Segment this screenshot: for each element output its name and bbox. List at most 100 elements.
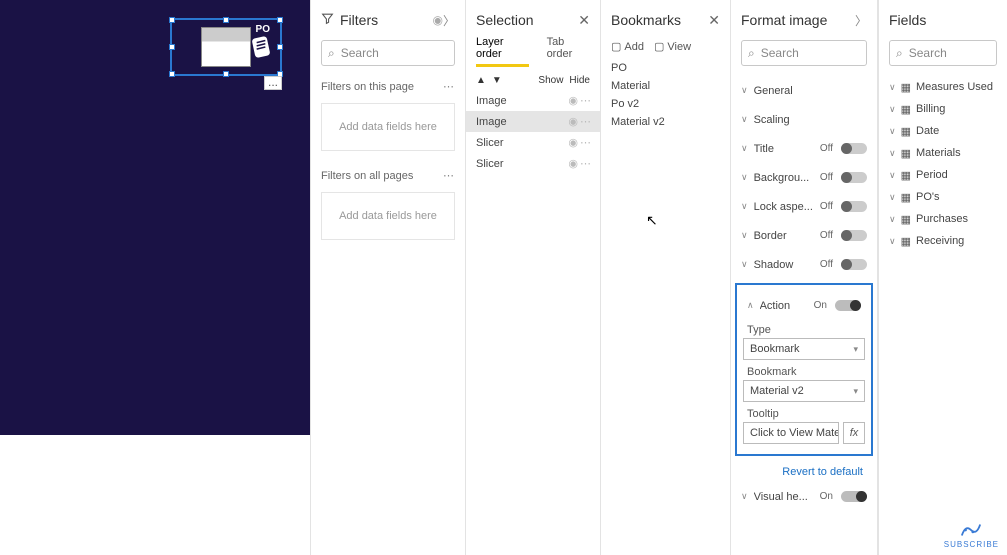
action-type-dropdown[interactable]: Bookmark▾ xyxy=(743,338,865,360)
chevron-down-icon: ∨ xyxy=(889,82,896,93)
move-up-icon[interactable]: ▲ xyxy=(476,75,486,86)
fields-table[interactable]: ∨▦Receiving xyxy=(879,230,1007,252)
chevron-down-icon: ∨ xyxy=(889,214,896,225)
chevron-down-icon: ∨ xyxy=(741,201,748,212)
toggle-visual-header[interactable] xyxy=(841,491,867,502)
hide-button[interactable]: Hide xyxy=(569,75,590,86)
chevron-down-icon: ∨ xyxy=(741,143,748,154)
all-pages-filters-dropzone[interactable]: Add data fields here xyxy=(321,192,455,240)
layer-item[interactable]: Image◉⋯ xyxy=(466,111,600,132)
filters-pane: Filters ◉ 〉 ⌕ Search Filters on this pag… xyxy=(310,0,465,555)
tab-tab-order[interactable]: Tab order xyxy=(547,36,590,67)
fields-table[interactable]: ∨▦PO's xyxy=(879,186,1007,208)
bookmark-view-icon: ▢ xyxy=(654,40,664,53)
format-row-shadow[interactable]: ∨ShadowOff xyxy=(731,250,877,279)
fields-title: Fields xyxy=(889,12,997,28)
more-icon[interactable]: ⋯ xyxy=(580,115,592,128)
format-row-general[interactable]: ∨General xyxy=(731,76,877,105)
action-tooltip-label: Tooltip xyxy=(747,408,865,420)
toggle-background[interactable] xyxy=(841,172,867,183)
fields-table[interactable]: ∨▦Materials xyxy=(879,142,1007,164)
table-icon: ▦ xyxy=(901,235,911,248)
toggle-shadow[interactable] xyxy=(841,259,867,270)
bookmark-item[interactable]: Po v2 xyxy=(611,95,720,113)
image-placeholder xyxy=(201,27,251,67)
chevron-down-icon: ∨ xyxy=(741,114,748,125)
table-icon: ▦ xyxy=(901,213,911,226)
visual-options-button[interactable]: ... xyxy=(264,76,282,90)
collapse-format-icon[interactable]: 〉 xyxy=(855,12,867,29)
toggle-border[interactable] xyxy=(841,230,867,241)
layer-item[interactable]: Slicer◉⋯ xyxy=(466,153,600,174)
close-icon[interactable]: ✕ xyxy=(578,12,590,29)
revert-to-default-link[interactable]: Revert to default xyxy=(731,460,877,482)
selected-visual-image[interactable]: PO ... xyxy=(170,18,282,76)
eye-icon[interactable]: ◉ xyxy=(568,136,578,149)
document-icon xyxy=(248,34,274,60)
table-icon: ▦ xyxy=(901,125,911,138)
fields-table[interactable]: ∨▦Measures Used xyxy=(879,76,1007,98)
format-row-lock-aspect[interactable]: ∨Lock aspe...Off xyxy=(731,192,877,221)
view-bookmark-button[interactable]: ▢ View xyxy=(654,40,691,53)
chevron-down-icon: ∨ xyxy=(889,170,896,181)
more-options-icon[interactable]: ⋯ xyxy=(443,80,455,93)
visibility-icon[interactable]: ◉ xyxy=(433,13,443,27)
chevron-down-icon: ∨ xyxy=(741,491,748,502)
subscribe-badge[interactable]: SUBSCRIBE xyxy=(944,522,999,549)
format-row-background[interactable]: ∨Backgrou...Off xyxy=(731,163,877,192)
toggle-lock-aspect[interactable] xyxy=(841,201,867,212)
filters-title: Filters xyxy=(340,12,429,28)
filters-search-input[interactable]: ⌕ Search xyxy=(321,40,455,66)
chevron-down-icon: ∨ xyxy=(741,172,748,183)
toggle-title[interactable] xyxy=(841,143,867,154)
fx-button[interactable]: fx xyxy=(843,422,865,444)
table-icon: ▦ xyxy=(901,81,911,94)
action-bookmark-dropdown[interactable]: Material v2▾ xyxy=(743,380,865,402)
show-button[interactable]: Show xyxy=(538,75,563,86)
close-icon[interactable]: ✕ xyxy=(708,12,720,29)
filter-icon xyxy=(321,12,334,28)
chevron-down-icon: ∨ xyxy=(889,104,896,115)
layer-list: Image◉⋯ Image◉⋯ Slicer◉⋯ Slicer◉⋯ xyxy=(466,90,600,174)
tab-layer-order[interactable]: Layer order xyxy=(476,36,529,67)
action-tooltip-input[interactable]: Click to View Mate... xyxy=(743,422,839,444)
fields-search-input[interactable]: ⌕ Search xyxy=(889,40,997,66)
report-canvas[interactable]: PO ... xyxy=(0,0,310,555)
layer-item[interactable]: Slicer◉⋯ xyxy=(466,132,600,153)
add-bookmark-button[interactable]: ▢ Add xyxy=(611,40,644,53)
action-type-label: Type xyxy=(747,324,865,336)
eye-icon[interactable]: ◉ xyxy=(568,115,578,128)
more-icon[interactable]: ⋯ xyxy=(580,136,592,149)
action-section-highlight: ∧ActionOn Type Bookmark▾ Bookmark Materi… xyxy=(735,283,873,456)
format-search-input[interactable]: ⌕ Search xyxy=(741,40,867,66)
collapse-filters-icon[interactable]: 〉 xyxy=(443,12,455,29)
toggle-action[interactable] xyxy=(835,300,861,311)
more-options-icon[interactable]: ⋯ xyxy=(443,169,455,182)
move-down-icon[interactable]: ▼ xyxy=(492,75,502,86)
fields-table[interactable]: ∨▦Date xyxy=(879,120,1007,142)
more-icon[interactable]: ⋯ xyxy=(580,94,592,107)
page-filters-dropzone[interactable]: Add data fields here xyxy=(321,103,455,151)
fields-table[interactable]: ∨▦Purchases xyxy=(879,208,1007,230)
table-icon: ▦ xyxy=(901,191,911,204)
format-row-action[interactable]: ∧ActionOn xyxy=(743,291,865,320)
search-icon: ⌕ xyxy=(328,46,335,61)
filters-on-page-header: Filters on this page xyxy=(321,81,414,93)
more-icon[interactable]: ⋯ xyxy=(580,157,592,170)
eye-icon[interactable]: ◉ xyxy=(568,157,578,170)
format-row-border[interactable]: ∨BorderOff xyxy=(731,221,877,250)
format-row-title[interactable]: ∨TitleOff xyxy=(731,134,877,163)
bookmark-item[interactable]: Material xyxy=(611,77,720,95)
format-row-visual-header[interactable]: ∨Visual he...On xyxy=(731,482,877,511)
bookmark-item[interactable]: PO xyxy=(611,59,720,77)
search-icon: ⌕ xyxy=(748,46,755,61)
selection-title: Selection xyxy=(476,12,578,28)
bookmark-item[interactable]: Material v2 xyxy=(611,113,720,131)
eye-icon[interactable]: ◉ xyxy=(568,94,578,107)
layer-item[interactable]: Image◉⋯ xyxy=(466,90,600,111)
search-icon: ⌕ xyxy=(896,46,903,61)
chevron-down-icon: ∨ xyxy=(741,85,748,96)
fields-table[interactable]: ∨▦Period xyxy=(879,164,1007,186)
format-row-scaling[interactable]: ∨Scaling xyxy=(731,105,877,134)
fields-table[interactable]: ∨▦Billing xyxy=(879,98,1007,120)
